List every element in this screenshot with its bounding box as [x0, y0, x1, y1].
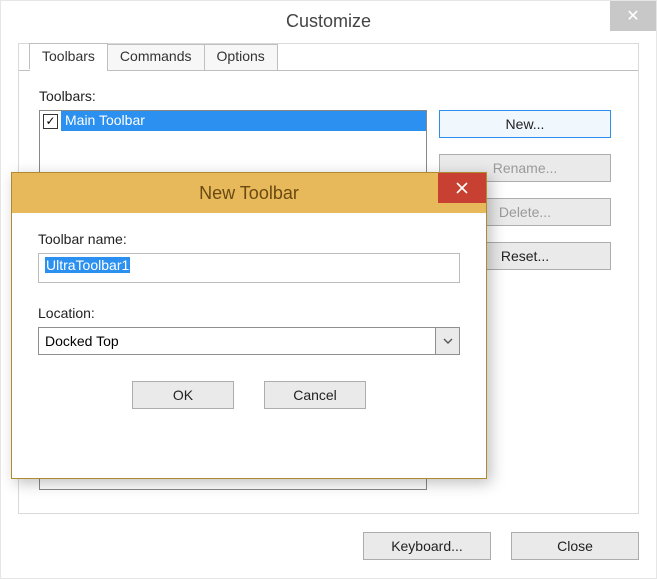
close-icon	[456, 182, 468, 194]
modal-title: New Toolbar	[12, 183, 486, 204]
close-icon: ✕	[626, 6, 639, 26]
list-item[interactable]: ✓ Main Toolbar	[40, 111, 426, 131]
list-item-label: Main Toolbar	[61, 111, 426, 131]
bottom-button-row: Keyboard... Close	[363, 532, 639, 560]
toolbars-label: Toolbars:	[39, 88, 96, 104]
keyboard-button[interactable]: Keyboard...	[363, 532, 491, 560]
location-label: Location:	[38, 305, 460, 321]
titlebar: Customize ✕	[1, 1, 656, 41]
tab-strip-divider	[19, 70, 638, 71]
modal-titlebar: New Toolbar	[12, 173, 486, 213]
new-toolbar-dialog: New Toolbar Toolbar name: UltraToolbar1 …	[11, 172, 487, 479]
tab-strip: Toolbars Commands Options	[29, 43, 277, 69]
tab-options[interactable]: Options	[204, 44, 278, 70]
active-tab-cover	[30, 70, 107, 71]
modal-body: Toolbar name: UltraToolbar1 Location: Do…	[12, 213, 486, 427]
modal-close-button[interactable]	[438, 173, 486, 203]
close-button[interactable]: Close	[511, 532, 639, 560]
tab-toolbars[interactable]: Toolbars	[29, 43, 108, 69]
toolbar-name-value: UltraToolbar1	[45, 257, 130, 273]
chevron-down-icon	[443, 338, 453, 344]
window-title: Customize	[1, 11, 656, 32]
window-close-button[interactable]: ✕	[610, 1, 656, 31]
ok-button[interactable]: OK	[132, 381, 234, 409]
location-dropdown-button[interactable]	[435, 328, 459, 354]
toolbar-name-input[interactable]: UltraToolbar1	[38, 253, 460, 283]
new-button[interactable]: New...	[439, 110, 611, 138]
modal-button-row: OK Cancel	[38, 381, 460, 409]
tab-commands[interactable]: Commands	[107, 44, 205, 70]
location-value: Docked Top	[39, 333, 435, 349]
list-item-checkbox[interactable]: ✓	[43, 114, 58, 129]
toolbar-name-label: Toolbar name:	[38, 231, 460, 247]
location-combobox[interactable]: Docked Top	[38, 327, 460, 355]
customize-dialog: Customize ✕ Toolbars Commands Options To…	[0, 0, 657, 579]
cancel-button[interactable]: Cancel	[264, 381, 366, 409]
